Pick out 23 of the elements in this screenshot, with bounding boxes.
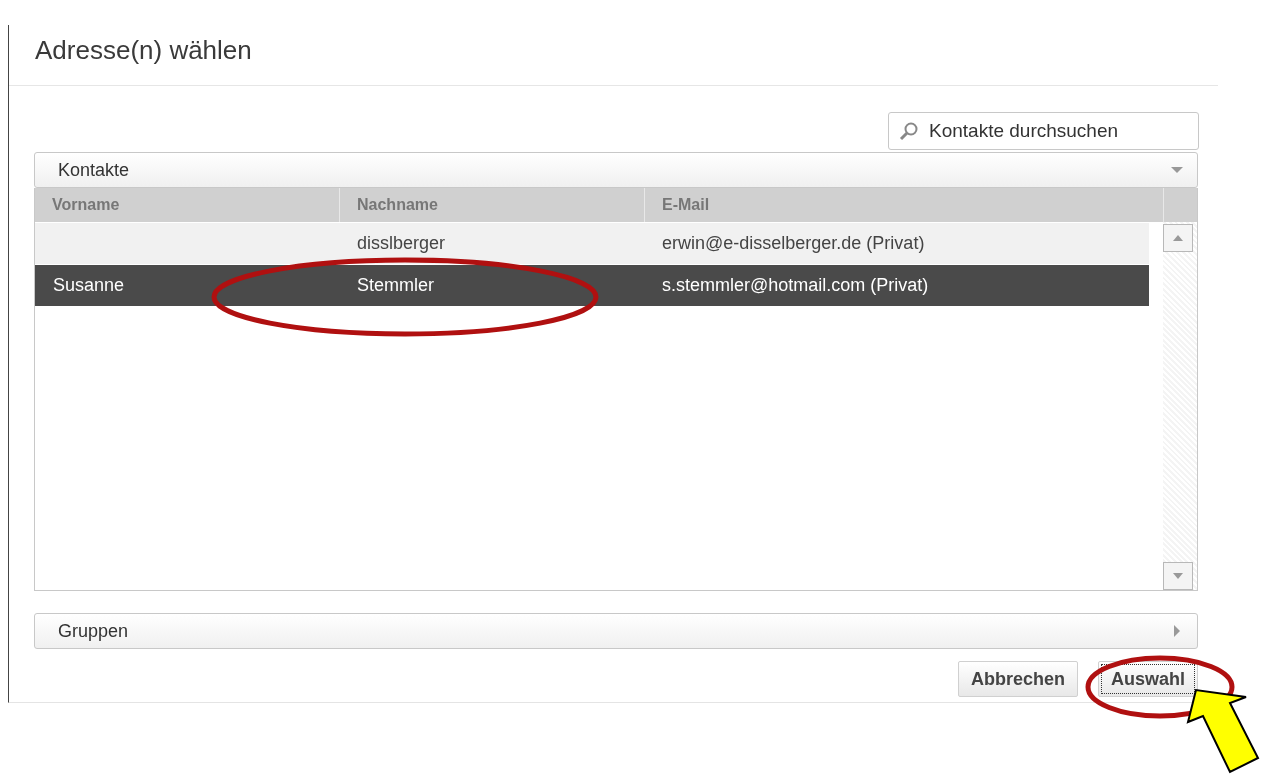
- panel-title: Kontakte: [58, 159, 130, 181]
- caret-icon: [1171, 625, 1183, 637]
- search-icon: [899, 121, 919, 141]
- dialog-button[interactable]: Auswahl: [1098, 661, 1198, 697]
- panel-header[interactable]: Kontakte: [34, 152, 1198, 188]
- panel-title: Gruppen: [58, 620, 129, 642]
- scroll-down-button[interactable]: [1163, 562, 1193, 590]
- caret-icon: [1171, 164, 1183, 176]
- table-cell: Stemmler: [357, 275, 434, 296]
- dialog-title: Adresse(n) wählen: [35, 35, 253, 67]
- down-arrow-icon: [1173, 573, 1183, 579]
- panel-header[interactable]: Gruppen: [34, 613, 1198, 649]
- table-row[interactable]: Susanne Stemmler s.stemmler@hotmail.com (Privat): [35, 265, 1149, 306]
- table-cell: s.stemmler@hotmail.com (Privat): [662, 275, 929, 296]
- table-cell: disslberger: [357, 233, 446, 254]
- dialog-button[interactable]: Abbrechen: [957, 661, 1078, 697]
- scrollbar[interactable]: [1163, 222, 1197, 590]
- scroll-up-button[interactable]: [1163, 224, 1193, 252]
- table-row[interactable]: disslberger erwin@e-disselberger.de (Privat): [35, 223, 1149, 264]
- table-cell: erwin@e-disselberger.de (Privat): [662, 233, 925, 254]
- up-arrow-icon: [1173, 235, 1183, 241]
- table-cell: Susanne: [53, 275, 125, 296]
- search-field[interactable]: Kontakte durchsuchen: [888, 112, 1199, 150]
